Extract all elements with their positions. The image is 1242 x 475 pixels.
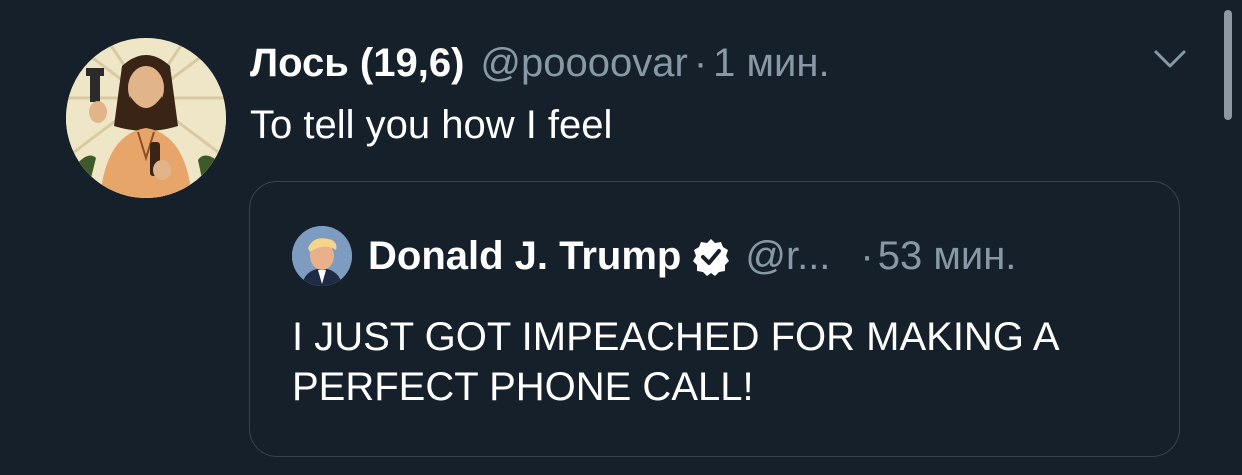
avatar-image xyxy=(66,38,226,198)
quoted-separator-dot: · xyxy=(860,234,874,278)
chevron-down-icon[interactable] xyxy=(1150,44,1190,74)
quoted-author-display-name[interactable]: Donald J. Trump xyxy=(368,228,681,284)
tweet[interactable]: Лось (19,6) @poooovar · 1 мин. To tell y… xyxy=(0,0,1242,475)
author-avatar[interactable] xyxy=(66,38,226,198)
quoted-tweet-timestamp[interactable]: 53 мин. xyxy=(878,228,1017,284)
quoted-tweet-card[interactable]: Donald J. Trump @r... · 53 мин. I JUST G… xyxy=(249,181,1180,457)
tweet-header: Лось (19,6) @poooovar · 1 мин. xyxy=(250,38,830,88)
author-handle[interactable]: @poooovar xyxy=(480,38,687,88)
scrollbar-thumb[interactable] xyxy=(1224,10,1232,120)
quoted-author-handle[interactable]: @r... xyxy=(745,228,830,284)
quoted-avatar-image xyxy=(292,226,352,286)
tweet-text: To tell you how I feel xyxy=(250,103,613,147)
quoted-author-avatar[interactable] xyxy=(292,226,352,286)
verified-badge-icon xyxy=(691,236,731,276)
quoted-tweet-header: Donald J. Trump @r... · 53 мин. xyxy=(368,228,1016,284)
author-display-name[interactable]: Лось (19,6) xyxy=(250,38,464,88)
separator-dot: · xyxy=(693,41,708,85)
tweet-timestamp[interactable]: 1 мин. xyxy=(713,38,829,88)
quoted-tweet-text: I JUST GOT IMPEACHED FOR MAKING A PERFEC… xyxy=(292,315,1058,409)
